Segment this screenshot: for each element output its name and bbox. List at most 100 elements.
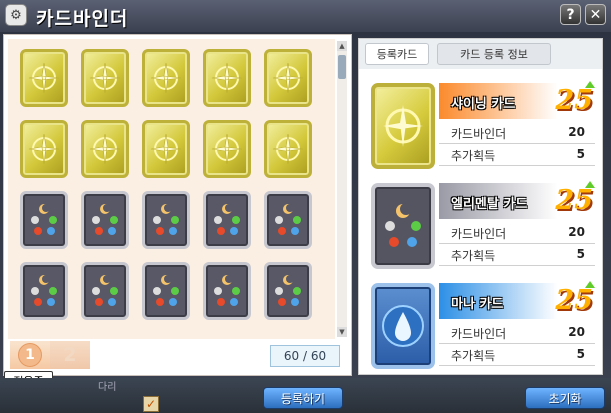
elemental-card[interactable] (81, 191, 129, 249)
elemental-card[interactable] (20, 191, 68, 249)
elemental-card[interactable] (264, 262, 312, 320)
card-level: 25 (555, 185, 593, 216)
elemental-card[interactable] (20, 262, 68, 320)
card-binder-window: ⚙ 카드바인더 ? ✕ ▲ ▼ 1 2 60 / 60 적용중 등록카드 카드 … (0, 0, 611, 413)
elements-icon (31, 204, 57, 235)
reset-button[interactable]: 초기화 (525, 387, 605, 409)
stat-label: 카드바인더 (451, 127, 507, 141)
card-level: 25 (555, 85, 593, 116)
page-1-button[interactable]: 1 (10, 341, 50, 369)
settings-icon: ⚙ (5, 4, 27, 26)
card-info-3[interactable]: 마나 카드 25 카드바인더 20 추가획득 5 (369, 281, 600, 374)
stat-row: 카드바인더 20 (439, 323, 595, 344)
shining-card[interactable] (20, 49, 68, 107)
compass-icon (28, 133, 60, 165)
stat-row: 추가획득 5 (439, 245, 595, 266)
elemental-card[interactable] (81, 262, 129, 320)
stat-label: 추가획득 (451, 149, 496, 163)
compass-icon (28, 62, 60, 94)
stat-label: 추가획득 (451, 249, 496, 263)
tab-bar: 등록카드 카드 등록 정보 (359, 39, 602, 69)
elemental-card[interactable] (142, 262, 190, 320)
stat-label: 카드바인더 (451, 227, 507, 241)
shining-card[interactable] (20, 120, 68, 178)
elements-icon (31, 275, 57, 306)
compass-icon (272, 62, 304, 94)
compass-icon (89, 62, 121, 94)
elemental-card[interactable] (203, 191, 251, 249)
page-1-label: 1 (18, 343, 42, 367)
stat-row: 추가획득 5 (439, 345, 595, 366)
level-up-arrow-icon (585, 281, 595, 288)
shining-card[interactable] (203, 49, 251, 107)
shining-card[interactable] (264, 49, 312, 107)
elements-icon (153, 275, 179, 306)
stat-value: 5 (576, 247, 585, 261)
title-bar[interactable]: ⚙ 카드바인더 ? ✕ (0, 0, 611, 32)
card-collection-panel: ▲ ▼ 1 2 60 / 60 (3, 34, 352, 376)
stat-value: 5 (576, 347, 585, 361)
shining-card[interactable] (264, 120, 312, 178)
page-2-button[interactable]: 2 (50, 341, 90, 369)
card-banner: 마나 카드 25 (439, 281, 597, 319)
level-up-arrow-icon (585, 81, 595, 88)
tab-registered-cards[interactable]: 등록카드 (365, 43, 429, 65)
scroll-up-icon[interactable]: ▲ (337, 41, 347, 51)
register-button[interactable]: 등록하기 (263, 387, 343, 409)
compass-icon (272, 133, 304, 165)
card-grid (8, 39, 335, 339)
card-banner: 엘리멘탈 카드 25 (439, 181, 597, 219)
elements-icon (385, 203, 421, 247)
elements-icon (275, 204, 301, 235)
card-count: 60 / 60 (270, 345, 340, 367)
stat-value: 20 (568, 225, 585, 239)
compass-icon (150, 62, 182, 94)
checkbox[interactable]: ✓ (143, 396, 159, 412)
elements-icon (92, 204, 118, 235)
card-level: 25 (555, 285, 593, 316)
close-button[interactable]: ✕ (585, 4, 606, 25)
elements-icon (275, 275, 301, 306)
stat-row: 카드바인더 20 (439, 223, 595, 244)
shining-card[interactable] (81, 49, 129, 107)
compass-icon (383, 105, 423, 147)
shining-card[interactable] (81, 120, 129, 178)
card-art (371, 83, 435, 169)
background-text: 다리 (98, 382, 117, 393)
card-name: 엘리멘탈 카드 (451, 197, 528, 212)
card-info-panel: 등록카드 카드 등록 정보 샤이닝 카드 25 카드바인더 20 추가획득 5 엘리멘탈 카… (358, 38, 603, 375)
water-drop-icon (382, 305, 424, 347)
compass-icon (89, 133, 121, 165)
card-name: 마나 카드 (451, 297, 504, 312)
elements-icon (214, 204, 240, 235)
elemental-card[interactable] (264, 191, 312, 249)
compass-icon (211, 62, 243, 94)
scroll-thumb[interactable] (338, 55, 346, 79)
scroll-down-icon[interactable]: ▼ (337, 327, 347, 337)
card-art (371, 283, 435, 369)
card-name: 샤이닝 카드 (451, 97, 516, 112)
stat-row: 추가획득 5 (439, 145, 595, 166)
elemental-card[interactable] (203, 262, 251, 320)
elemental-card[interactable] (142, 191, 190, 249)
level-up-arrow-icon (585, 181, 595, 188)
help-button[interactable]: ? (560, 4, 581, 25)
tab-card-registration-info[interactable]: 카드 등록 정보 (437, 43, 551, 65)
scrollbar[interactable]: ▲ ▼ (337, 41, 347, 337)
stat-label: 카드바인더 (451, 327, 507, 341)
shining-card[interactable] (203, 120, 251, 178)
card-info-1[interactable]: 샤이닝 카드 25 카드바인더 20 추가획득 5 (369, 81, 600, 174)
window-title: 카드바인더 (36, 8, 129, 30)
shining-card[interactable] (142, 120, 190, 178)
stat-value: 20 (568, 325, 585, 339)
card-art (371, 183, 435, 269)
elements-icon (92, 275, 118, 306)
stat-value: 20 (568, 125, 585, 139)
shining-card[interactable] (142, 49, 190, 107)
stat-row: 카드바인더 20 (439, 123, 595, 144)
elements-icon (214, 275, 240, 306)
card-info-2[interactable]: 엘리멘탈 카드 25 카드바인더 20 추가획득 5 (369, 181, 600, 274)
card-banner: 샤이닝 카드 25 (439, 81, 597, 119)
compass-icon (211, 133, 243, 165)
compass-icon (150, 133, 182, 165)
